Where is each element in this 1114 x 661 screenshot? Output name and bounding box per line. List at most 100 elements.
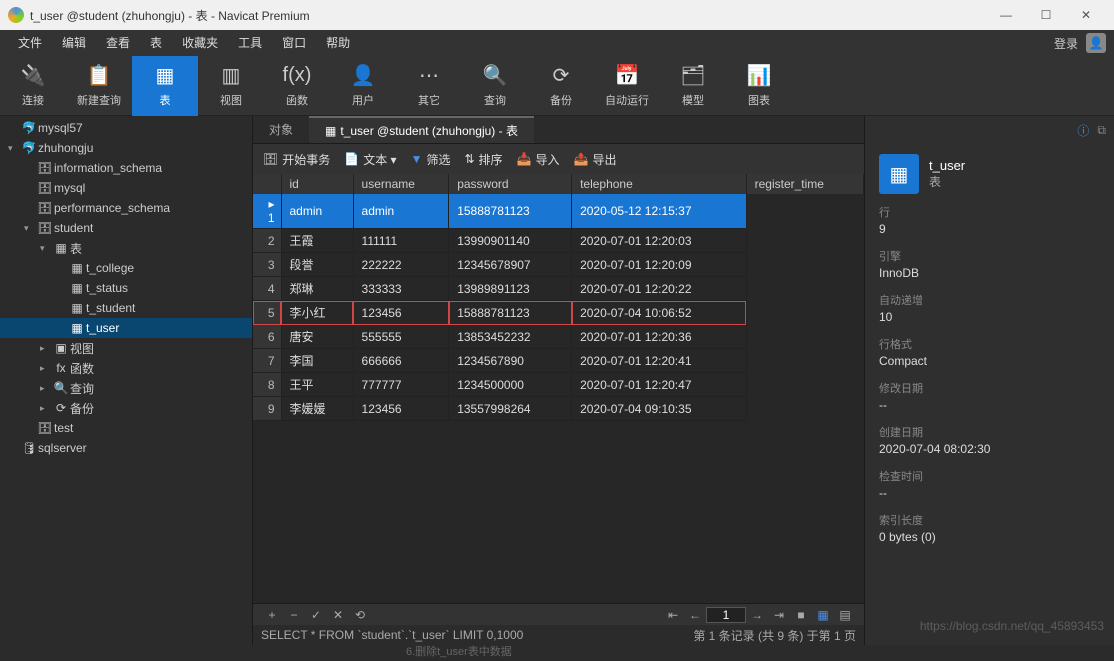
tree-表[interactable]: ▾▦表: [0, 238, 252, 258]
connection-tree[interactable]: 🐬mysql57▾🐬zhuhongju🗄information_schema🗄m…: [0, 116, 253, 645]
menu-窗口[interactable]: 窗口: [272, 30, 316, 56]
tool-图表[interactable]: 📊图表: [726, 56, 792, 116]
tool-自动运行[interactable]: 📅自动运行: [594, 56, 660, 116]
cell[interactable]: 111111: [353, 229, 449, 253]
tab-objects[interactable]: 对象: [253, 116, 309, 143]
filter-button[interactable]: ▼ 筛选: [411, 151, 451, 168]
cell[interactable]: 王平: [281, 373, 353, 397]
tree-t_college[interactable]: ▦t_college: [0, 258, 252, 278]
form-view-icon[interactable]: ▤: [834, 608, 856, 622]
cell[interactable]: 222222: [353, 253, 449, 277]
tool-备份[interactable]: ⟳备份: [528, 56, 594, 116]
tool-连接[interactable]: 🔌连接: [0, 56, 66, 116]
commit-button[interactable]: ✓: [305, 608, 327, 622]
tool-模型[interactable]: 🗂模型: [660, 56, 726, 116]
export-button[interactable]: 📤 导出: [574, 151, 617, 168]
cell[interactable]: admin: [281, 194, 353, 229]
stop-button[interactable]: ■: [790, 608, 812, 622]
cell[interactable]: 13853452232: [449, 325, 572, 349]
import-button[interactable]: 📥 导入: [517, 151, 560, 168]
tree-查询[interactable]: ▸🔍查询: [0, 378, 252, 398]
menu-文件[interactable]: 文件: [8, 30, 52, 56]
cancel-button[interactable]: ✕: [327, 608, 349, 622]
minimize-button[interactable]: ―: [986, 0, 1026, 30]
cell[interactable]: 2020-07-01 12:20:03: [572, 229, 747, 253]
table-row[interactable]: 7李国66666612345678902020-07-01 12:20:41: [253, 349, 864, 373]
cell[interactable]: 2020-07-01 12:20:36: [572, 325, 747, 349]
tab-t-user[interactable]: ▦t_user @student (zhuhongju) - 表: [309, 116, 534, 143]
tree-mysql57[interactable]: 🐬mysql57: [0, 118, 252, 138]
tool-新建查询[interactable]: 📋新建查询: [66, 56, 132, 116]
menu-查看[interactable]: 查看: [96, 30, 140, 56]
delete-row-button[interactable]: −: [283, 608, 305, 622]
cell[interactable]: 2020-07-01 12:20:09: [572, 253, 747, 277]
cell[interactable]: 段誉: [281, 253, 353, 277]
tree-备份[interactable]: ▸⟳备份: [0, 398, 252, 418]
table-row[interactable]: 5李小红123456158887811232020-07-04 10:06:52: [253, 301, 864, 325]
col-register_time[interactable]: register_time: [746, 174, 863, 194]
tree-t_user[interactable]: ▦t_user: [0, 318, 252, 338]
tool-其它[interactable]: ⋯其它: [396, 56, 462, 116]
close-button[interactable]: ✕: [1066, 0, 1106, 30]
tree-视图[interactable]: ▸▣视图: [0, 338, 252, 358]
tree-t_student[interactable]: ▦t_student: [0, 298, 252, 318]
user-icon[interactable]: 👤: [1086, 33, 1106, 53]
prev-page-button[interactable]: ←: [684, 608, 706, 622]
cell[interactable]: 12345678907: [449, 253, 572, 277]
tool-查询[interactable]: 🔍查询: [462, 56, 528, 116]
cell[interactable]: 1234567890: [449, 349, 572, 373]
menu-帮助[interactable]: 帮助: [316, 30, 360, 56]
grid-view-icon[interactable]: ▦: [812, 608, 834, 622]
refresh-button[interactable]: ⟲: [349, 608, 371, 622]
cell[interactable]: 15888781123: [449, 194, 572, 229]
tree-information_schema[interactable]: 🗄information_schema: [0, 158, 252, 178]
cell[interactable]: 777777: [353, 373, 449, 397]
cell[interactable]: 13557998264: [449, 397, 572, 421]
table-row[interactable]: 2王霞111111139909011402020-07-01 12:20:03: [253, 229, 864, 253]
cell[interactable]: 王霞: [281, 229, 353, 253]
tool-用户[interactable]: 👤用户: [330, 56, 396, 116]
menu-编辑[interactable]: 编辑: [52, 30, 96, 56]
text-button[interactable]: 📄 文本 ▾: [344, 151, 396, 168]
col-password[interactable]: password: [449, 174, 572, 194]
col-telephone[interactable]: telephone: [572, 174, 747, 194]
table-row[interactable]: 9李媛媛123456135579982642020-07-04 09:10:35: [253, 397, 864, 421]
cell[interactable]: 郑琳: [281, 277, 353, 301]
cell[interactable]: 666666: [353, 349, 449, 373]
tree-mysql[interactable]: 🗄mysql: [0, 178, 252, 198]
first-page-button[interactable]: ⇤: [662, 608, 684, 622]
tool-视图[interactable]: ▥视图: [198, 56, 264, 116]
cell[interactable]: 333333: [353, 277, 449, 301]
cell[interactable]: 2020-07-01 12:20:47: [572, 373, 747, 397]
cell[interactable]: 李国: [281, 349, 353, 373]
begin-transaction-button[interactable]: 🗄 开始事务: [263, 151, 330, 168]
tree-test[interactable]: 🗄test: [0, 418, 252, 438]
cell[interactable]: 13989891123: [449, 277, 572, 301]
tree-zhuhongju[interactable]: ▾🐬zhuhongju: [0, 138, 252, 158]
info-tab-icon[interactable]: ⓘ: [1077, 122, 1089, 139]
table-row[interactable]: ▸ 1adminadmin158887811232020-05-12 12:15…: [253, 194, 864, 229]
maximize-button[interactable]: ☐: [1026, 0, 1066, 30]
table-row[interactable]: 8王平77777712345000002020-07-01 12:20:47: [253, 373, 864, 397]
menu-表[interactable]: 表: [140, 30, 172, 56]
login-link[interactable]: 登录: [1054, 35, 1078, 52]
sort-button[interactable]: ⇅ 排序: [464, 151, 502, 168]
cell[interactable]: 2020-07-04 10:06:52: [572, 301, 747, 325]
cell[interactable]: 13990901140: [449, 229, 572, 253]
cell[interactable]: 2020-07-01 12:20:22: [572, 277, 747, 301]
table-row[interactable]: 4郑琳333333139898911232020-07-01 12:20:22: [253, 277, 864, 301]
col-username[interactable]: username: [353, 174, 449, 194]
cell[interactable]: 李小红: [281, 301, 353, 325]
cell[interactable]: 2020-07-01 12:20:41: [572, 349, 747, 373]
last-page-button[interactable]: ⇥: [768, 608, 790, 622]
cell[interactable]: 2020-07-04 09:10:35: [572, 397, 747, 421]
add-row-button[interactable]: +: [261, 608, 283, 622]
next-page-button[interactable]: →: [746, 608, 768, 622]
tree-student[interactable]: ▾🗄student: [0, 218, 252, 238]
cell[interactable]: 1234500000: [449, 373, 572, 397]
cell[interactable]: 15888781123: [449, 301, 572, 325]
cell[interactable]: 555555: [353, 325, 449, 349]
tree-t_status[interactable]: ▦t_status: [0, 278, 252, 298]
menu-工具[interactable]: 工具: [228, 30, 272, 56]
cell[interactable]: 2020-05-12 12:15:37: [572, 194, 747, 229]
